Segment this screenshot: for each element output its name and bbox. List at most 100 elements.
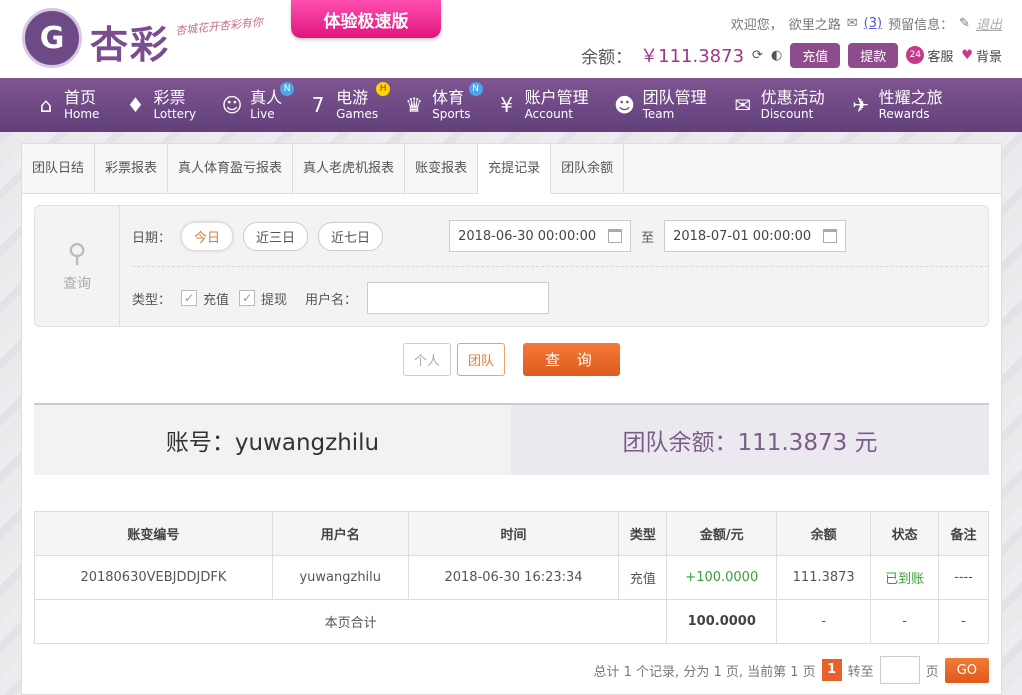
- column-header: 时间: [407, 511, 620, 556]
- logo-glyph: G: [39, 20, 65, 56]
- nav-label-zh: 真人: [250, 88, 283, 107]
- rewards-icon: ✈: [852, 93, 869, 117]
- gift-icon: ✉: [734, 93, 751, 117]
- search-label: 查询: [63, 276, 91, 292]
- table-cell: 20180630VEBJDDJDFK: [34, 555, 273, 600]
- withdraw-checkbox[interactable]: ✓ 提现: [239, 289, 287, 308]
- nav-label-en: Live: [250, 107, 275, 121]
- end-date-value: 2018-07-01 00:00:00: [673, 228, 812, 244]
- nav-label: 团队管理 Team: [642, 89, 707, 122]
- edit-icon[interactable]: ✎: [959, 16, 970, 31]
- start-date-input[interactable]: 2018-06-30 00:00:00: [449, 220, 632, 252]
- type-label: 类型：: [132, 292, 172, 308]
- search-panel: ⚲ 查询 日期： 今日 近三日 近七日 2018-06-30 00:00:00 …: [34, 205, 989, 327]
- tab-4[interactable]: 账变报表: [405, 144, 479, 193]
- calendar-icon: [608, 229, 623, 243]
- nav-label-en: Sports: [432, 107, 471, 121]
- go-button[interactable]: GO: [944, 657, 989, 683]
- table-total-row: 本页合计 100.0000 - - -: [33, 599, 989, 644]
- fast-version-button[interactable]: 体验极速版: [291, 0, 441, 38]
- background-link[interactable]: ♥ 背景: [961, 46, 1002, 65]
- team-button[interactable]: 团队: [457, 343, 506, 376]
- logout-link[interactable]: 退出: [976, 14, 1002, 33]
- mail-count-link[interactable]: (3): [864, 16, 882, 31]
- current-page[interactable]: 1: [821, 659, 842, 681]
- start-date-value: 2018-06-30 00:00:00: [458, 228, 597, 244]
- refresh-icon[interactable]: ⟳: [752, 48, 763, 63]
- column-header: 金额/元: [666, 511, 778, 556]
- tab-3[interactable]: 真人老虎机报表: [293, 144, 406, 193]
- nav-label: 性耀之旅 Rewards: [878, 88, 943, 122]
- column-header: 余额: [776, 511, 872, 556]
- deposit-button[interactable]: 充值: [790, 42, 841, 68]
- balance-value: ￥111.3873: [640, 46, 745, 67]
- tab-5[interactable]: 充提记录: [478, 144, 552, 194]
- withdraw-button[interactable]: 提款: [848, 42, 899, 68]
- nav-label-en: Lottery: [153, 107, 197, 121]
- nav-label-zh: 账户管理: [524, 88, 589, 107]
- nav-label-zh: 性耀之旅: [878, 88, 943, 107]
- slogan: 杏城花开杏彩有你: [174, 15, 264, 38]
- column-header: 用户名: [271, 511, 409, 556]
- type-row: 类型： ✓ 充值 ✓ 提现 用户名：: [132, 282, 550, 314]
- background-label: 背景: [975, 49, 1002, 65]
- tab-2[interactable]: 真人体育盈亏报表: [168, 144, 294, 193]
- deposit-checkbox[interactable]: ✓ 充值: [181, 289, 229, 308]
- nav-badge: N: [280, 82, 295, 96]
- tab-1[interactable]: 彩票报表: [95, 144, 169, 193]
- three-days-button[interactable]: 近三日: [243, 221, 309, 251]
- total-amount: 100.0000: [666, 599, 778, 644]
- nav-item-sports[interactable]: ♛ 体育 Sports N: [402, 78, 483, 132]
- total-label: 本页合计: [33, 599, 668, 644]
- query-button[interactable]: 查 询: [523, 343, 620, 376]
- team-balance: 团队余额：111.3873 元: [511, 405, 989, 475]
- nav-item-team[interactable]: ☻ 团队管理 Team: [613, 78, 707, 132]
- calendar-icon: [823, 229, 838, 243]
- total-balance: -: [776, 599, 872, 644]
- seven-days-button[interactable]: 近七日: [318, 221, 384, 251]
- nav-label-en: Account: [524, 107, 574, 121]
- logo-text: 杏彩: [90, 22, 171, 67]
- nav-label-en: Discount: [760, 107, 814, 121]
- page-jump-input[interactable]: [879, 656, 920, 684]
- end-date-input[interactable]: 2018-07-01 00:00:00: [664, 220, 847, 252]
- nav-item-home[interactable]: ⌂ 首页 Home: [34, 78, 100, 132]
- username-input[interactable]: [367, 282, 550, 314]
- nav-item-live[interactable]: ☺ 真人 Live N: [220, 78, 295, 132]
- service-link[interactable]: 24 客服: [906, 46, 953, 65]
- today-button[interactable]: 今日: [181, 221, 234, 251]
- nav-label: 电游 Games: [336, 88, 378, 122]
- balance-bar: 余额： ￥111.3873 ⟳ ◐ 充值 提款 24 客服 ♥ 背景: [581, 42, 1002, 68]
- tab-6[interactable]: 团队余额: [551, 144, 625, 193]
- personal-button[interactable]: 个人: [403, 343, 452, 376]
- service-label: 客服: [927, 49, 954, 65]
- mail-icon[interactable]: ✉: [847, 16, 858, 31]
- username-label: 用户名：: [305, 292, 358, 308]
- table-cell: +100.0000: [666, 555, 778, 600]
- logo-emblem-icon[interactable]: G: [22, 8, 82, 68]
- nav-label-en: Rewards: [878, 107, 930, 121]
- withdraw-checkbox-label: 提现: [261, 292, 288, 308]
- home-icon: ⌂: [39, 93, 53, 117]
- total-status: -: [870, 599, 940, 644]
- report-tabs: 团队日结 彩票报表 真人体育盈亏报表 真人老虎机报表 账变报表 充提记录 团队余额: [22, 144, 1001, 194]
- nav-item-games[interactable]: 7 电游 Games H: [306, 78, 391, 132]
- content-panel: 团队日结 彩票报表 真人体育盈亏报表 真人老虎机报表 账变报表 充提记录 团队余额 ⚲ 查询…: [21, 143, 1002, 695]
- nav-item-lottery[interactable]: ♦ 彩票 Lottery: [123, 78, 196, 132]
- welcome-text: 欢迎您，: [730, 18, 783, 33]
- jump-label: 转至: [847, 664, 874, 680]
- nav-item-discount[interactable]: ✉ 优惠活动 Discount: [731, 78, 824, 132]
- shirt-icon: ♥: [961, 47, 973, 63]
- nav-label-zh: 电游: [336, 88, 369, 107]
- balance-label: 余额：: [581, 47, 633, 68]
- user-bar: 欢迎您， 欲里之路 ✉ (3) 预留信息： ✎ 退出: [731, 14, 1002, 33]
- sports-icon: ♛: [405, 93, 424, 117]
- column-header: 账变编号: [34, 511, 273, 556]
- nav-item-account[interactable]: ¥ 账户管理 Account: [495, 78, 589, 132]
- hide-balance-icon[interactable]: ◐: [771, 48, 782, 63]
- nav-item-rewards[interactable]: ✈ 性耀之旅 Rewards: [849, 78, 943, 132]
- nav-label-en: Team: [642, 107, 675, 121]
- tab-0[interactable]: 团队日结: [22, 144, 96, 193]
- column-header: 状态: [870, 511, 940, 556]
- records-table: 账变编号 用户名 时间 类型 金额/元 余额 状态 备注 20180630VEBJDDJDFK…: [33, 511, 989, 644]
